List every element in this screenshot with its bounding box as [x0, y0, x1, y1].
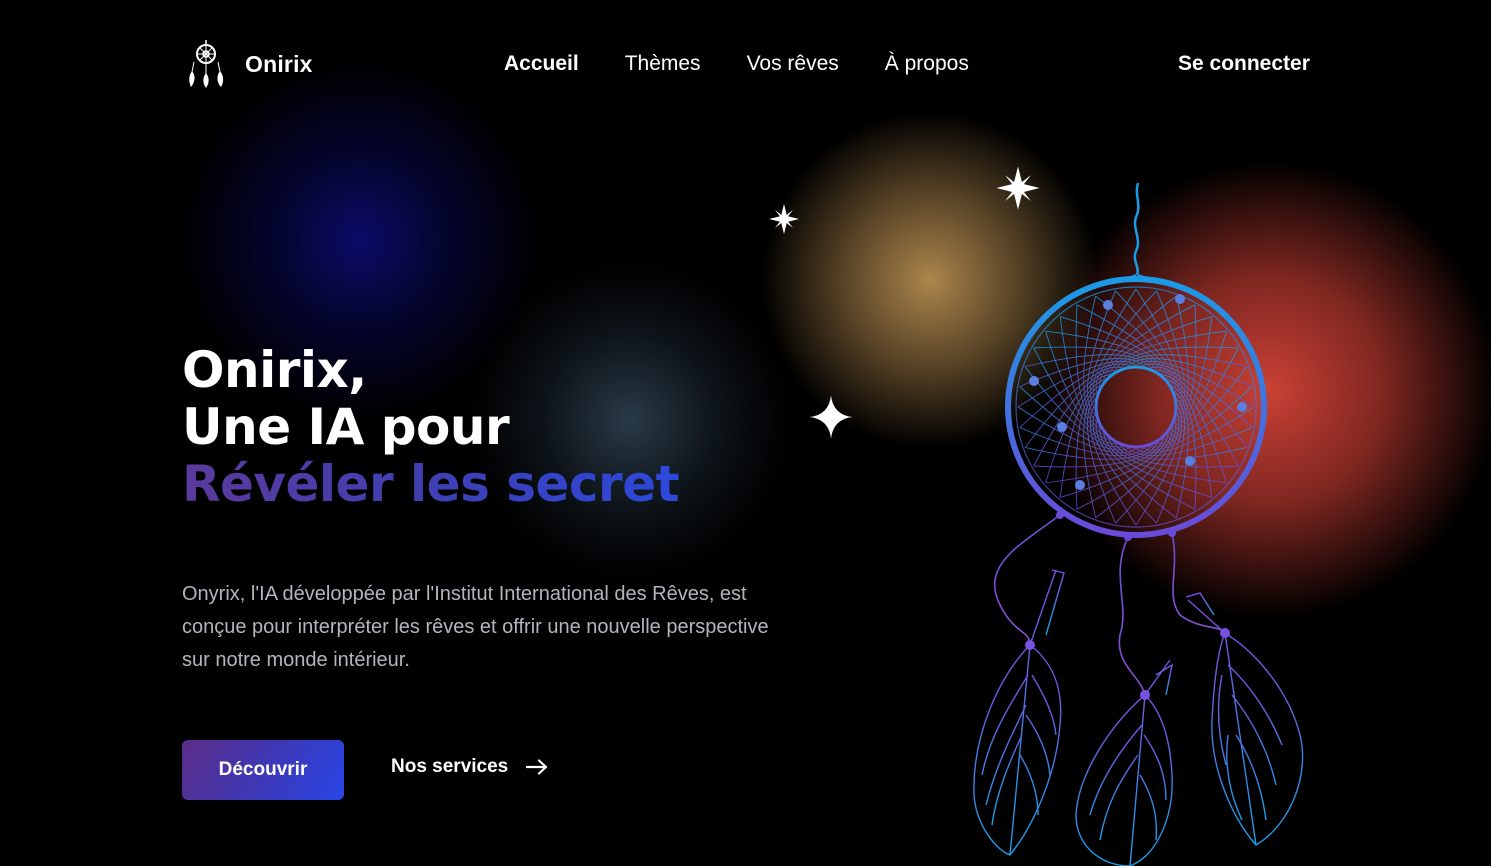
login-link[interactable]: Se connecter	[1178, 52, 1310, 76]
services-link[interactable]: Nos services	[391, 756, 548, 778]
web-strand	[1175, 295, 1189, 422]
web-strand	[1128, 358, 1253, 387]
landing-page: Onirix Accueil Thèmes Vos rêves À propos…	[0, 0, 1491, 866]
web-strand	[1121, 354, 1248, 368]
nav-link-accueil[interactable]: Accueil	[504, 52, 579, 76]
hero-title-line-1: Onirix,	[182, 341, 367, 399]
web-strand	[1156, 290, 1185, 415]
nav-link-vos-reves[interactable]: Vos rêves	[747, 52, 839, 76]
dreamcatcher-icon	[189, 40, 224, 88]
hero-title-line-3: Révéler les secret	[182, 455, 680, 513]
sparkle-icon	[809, 395, 853, 439]
discover-button[interactable]: Découvrir	[182, 740, 344, 800]
web-strand	[1087, 290, 1116, 415]
sparkle-icon	[769, 204, 799, 234]
web-strand	[1083, 295, 1097, 422]
web-strand	[1156, 399, 1185, 524]
web-strand	[1083, 392, 1097, 519]
web-strand	[1121, 446, 1248, 460]
navbar: Onirix Accueil Thèmes Vos rêves À propos…	[0, 0, 1491, 130]
hero-description: Onyrix, l'IA développée par l'Institut I…	[182, 583, 769, 671]
web-strand	[1128, 427, 1253, 456]
services-link-label: Nos services	[391, 756, 509, 777]
web-strand	[1019, 427, 1144, 456]
web-strand	[1024, 446, 1151, 460]
dreamcatcher-illustration	[973, 182, 1304, 866]
main-nav: Accueil Thèmes Vos rêves À propos	[504, 52, 969, 76]
web-strand	[1024, 354, 1151, 368]
brand-name: Onirix	[245, 50, 313, 77]
nav-link-themes[interactable]: Thèmes	[625, 52, 701, 76]
hero-title: Onirix, Une IA pour Révéler les secret	[182, 341, 680, 513]
nav-link-a-propos[interactable]: À propos	[885, 52, 969, 76]
hero-title-line-2: Une IA pour	[182, 398, 510, 456]
web-strand	[1175, 392, 1189, 519]
arrow-right-icon	[526, 759, 548, 775]
web-strand	[1087, 399, 1116, 524]
brand-logo-link[interactable]: Onirix	[186, 40, 313, 88]
